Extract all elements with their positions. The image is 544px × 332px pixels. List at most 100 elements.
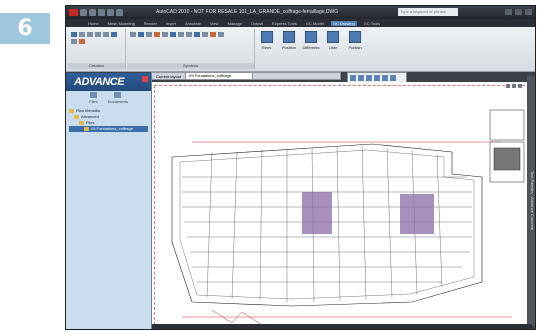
hatch-icon[interactable] xyxy=(71,39,77,44)
publish-option-4-icon[interactable] xyxy=(374,75,380,81)
tab-home[interactable]: Home xyxy=(86,21,101,26)
symbols-icons xyxy=(127,29,254,40)
liste-label: Liste xyxy=(328,45,338,50)
tree-node-label: 09 Fondations_coffrage xyxy=(91,126,133,131)
tab-gc-drawing[interactable]: GC Drawing xyxy=(330,20,357,26)
publish-option-3-icon[interactable] xyxy=(366,75,372,81)
tab-gc-tools[interactable]: GC Tools xyxy=(362,21,382,26)
publish-label: Publish xyxy=(348,45,362,50)
files-label: Files xyxy=(89,99,98,104)
tab-mesh-modeling[interactable]: Mesh Modeling xyxy=(106,21,137,26)
tab-insert[interactable]: Insert xyxy=(164,21,178,26)
differents-icon xyxy=(305,31,317,43)
close-icon[interactable] xyxy=(525,9,532,15)
differents-label: Différents xyxy=(302,45,320,50)
documents-icon xyxy=(114,92,122,98)
tab-annotate[interactable]: Annotate xyxy=(183,21,203,26)
publish-option-6-icon[interactable] xyxy=(390,75,396,81)
rectangle-icon[interactable] xyxy=(111,32,117,37)
open-icon[interactable] xyxy=(89,9,96,16)
publish-option-1-icon[interactable] xyxy=(350,75,356,81)
position-button[interactable]: Position xyxy=(280,31,298,50)
renv-label: Renv. xyxy=(261,45,273,50)
advance-sidebar: ADVANCE Files Documents Plan Mensilla Ad… xyxy=(66,73,152,329)
symbol-10-icon[interactable] xyxy=(202,32,208,37)
position-label: Position xyxy=(281,45,297,50)
title-bar: AutoCAD 2010 - NOT FOR RESALE 101_LA_GRA… xyxy=(66,6,535,19)
redo-icon[interactable] xyxy=(116,9,123,16)
publish-option-5-icon[interactable] xyxy=(382,75,388,81)
sidebar-toolbar: Files Documents xyxy=(66,91,151,105)
undo-icon[interactable] xyxy=(107,9,114,16)
status-bar xyxy=(152,324,532,329)
files-tool[interactable]: Files xyxy=(89,92,98,104)
folder-icon xyxy=(69,109,74,113)
quick-access-toolbar xyxy=(69,9,123,16)
tab-express-tools[interactable]: Express Tools xyxy=(270,21,299,26)
ribbon-panel-creation: Création xyxy=(68,29,126,69)
position-icon xyxy=(283,31,295,43)
new-drawing-icon[interactable] xyxy=(71,32,77,37)
search-input[interactable]: Type a keyword or phrase xyxy=(398,8,458,16)
new-icon[interactable] xyxy=(80,9,87,16)
publish-button[interactable]: Publish xyxy=(346,31,364,50)
publish-option-2-icon[interactable] xyxy=(358,75,364,81)
window-title: AutoCAD 2010 - NOT FOR RESALE 101_LA_GRA… xyxy=(156,9,339,15)
app-logo-icon[interactable] xyxy=(69,9,78,16)
ribbon-tabs: Home Mesh Modeling Render Insert Annotat… xyxy=(66,19,535,27)
drawing-canvas[interactable] xyxy=(152,82,532,329)
symbol-9-icon[interactable] xyxy=(194,32,200,37)
maximize-icon[interactable] xyxy=(515,9,522,15)
symbol-2-icon[interactable] xyxy=(138,32,144,37)
renv-button[interactable]: Renv. xyxy=(258,31,276,50)
document-icon xyxy=(84,127,89,131)
symbol-3-icon[interactable] xyxy=(146,32,152,37)
advance-logo: ADVANCE xyxy=(74,76,125,88)
symbol-5-icon[interactable] xyxy=(162,32,168,37)
ribbon-panel-symbols: Symbols xyxy=(127,29,255,69)
panel-label-creation: Création xyxy=(68,63,125,69)
liste-button[interactable]: Liste xyxy=(324,31,342,50)
tab-gc-model[interactable]: GC Model xyxy=(304,21,326,26)
publish-icon xyxy=(349,31,361,43)
symbol-12-icon[interactable] xyxy=(218,32,224,37)
tab-view[interactable]: View xyxy=(208,21,221,26)
tree-node-selected[interactable]: 09 Fondations_coffrage xyxy=(69,126,148,132)
folder-icon xyxy=(74,115,79,119)
symbol-1-icon[interactable] xyxy=(130,32,136,37)
circle-icon[interactable] xyxy=(95,32,101,37)
dimension-icon[interactable] xyxy=(79,39,85,44)
tab-render[interactable]: Render xyxy=(142,21,159,26)
layout-selector[interactable]: 09 Fondations_coffrage xyxy=(185,72,254,80)
symbol-7-icon[interactable] xyxy=(178,32,184,37)
liste-icon xyxy=(327,31,339,43)
files-icon xyxy=(89,92,97,98)
minimize-icon[interactable] xyxy=(505,9,512,15)
close-icon[interactable] xyxy=(142,76,148,82)
symbol-11-icon[interactable] xyxy=(210,32,216,37)
autocad-window: AutoCAD 2010 - NOT FOR RESALE 101_LA_GRA… xyxy=(65,5,536,330)
step-number-badge: 6 xyxy=(0,13,50,44)
polyline-icon[interactable] xyxy=(87,32,93,37)
creation-icons xyxy=(68,29,125,47)
ribbon: Création Symbols Renv. Position Différen… xyxy=(66,27,535,72)
documents-label: Documents xyxy=(107,99,128,104)
advance-brand-header: ADVANCE xyxy=(66,73,151,91)
project-tree: Plan Mensilla Advanced Files 09 Fondatio… xyxy=(66,105,151,135)
symbol-4-icon[interactable] xyxy=(154,32,160,37)
symbol-8-icon[interactable] xyxy=(186,32,192,37)
symbol-6-icon[interactable] xyxy=(170,32,176,37)
tab-output[interactable]: Output xyxy=(249,21,265,26)
differents-button[interactable]: Différents xyxy=(302,31,320,50)
folder-icon xyxy=(79,121,84,125)
documents-tool[interactable]: Documents xyxy=(108,92,128,104)
window-controls xyxy=(505,9,532,15)
arc-icon[interactable] xyxy=(103,32,109,37)
foundation-plan-drawing xyxy=(171,109,525,326)
tool-palettes-side-title[interactable]: Tool Palettes - Advance Concrete xyxy=(527,76,535,326)
tab-manage[interactable]: Manage xyxy=(226,21,244,26)
line-icon[interactable] xyxy=(79,32,85,37)
save-icon[interactable] xyxy=(98,9,105,16)
layout-selector-bar: Current layout 09 Fondations_coffrage xyxy=(151,72,341,80)
layout-selector-label: Current layout xyxy=(156,73,182,79)
